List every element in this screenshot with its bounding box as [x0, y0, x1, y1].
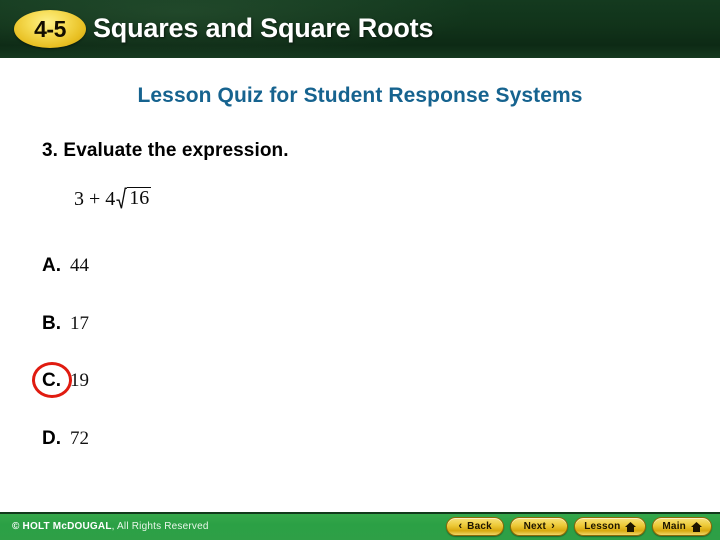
square-root-group: 16: [116, 186, 152, 209]
answer-option-c[interactable]: C. 19: [32, 362, 89, 398]
option-letter-b: B.: [42, 313, 61, 334]
answer-option-d[interactable]: D. 72: [42, 424, 89, 454]
lesson-number-badge: 4-5: [14, 10, 86, 48]
question-prompt: 3. Evaluate the expression.: [42, 140, 289, 161]
main-button-label: Main: [662, 520, 686, 532]
expression-lead-term: 3: [74, 188, 84, 210]
option-letter-c: C.: [42, 370, 61, 391]
square-root-icon: [116, 187, 128, 209]
home-icon: [625, 521, 637, 532]
home-icon: [691, 521, 702, 532]
slide-header: 4-5 Squares and Square Roots: [0, 0, 720, 58]
lesson-button-label: Lesson: [584, 520, 621, 532]
page-title: Squares and Square Roots: [93, 13, 434, 43]
lesson-number-label: 4-5: [34, 15, 66, 42]
copyright-notice: © HOLT McDOUGAL, All Rights Reserved: [12, 521, 209, 532]
chevron-left-icon: ‹: [458, 520, 463, 532]
slide-body: Lesson Quiz for Student Response Systems…: [0, 58, 720, 512]
chevron-right-icon: ›: [551, 520, 555, 532]
option-value-d: 72: [70, 428, 89, 449]
next-button[interactable]: Next ›: [510, 517, 569, 536]
back-button-label: Back: [467, 520, 492, 532]
next-button-label: Next: [523, 520, 547, 532]
quiz-subtitle: Lesson Quiz for Student Response Systems: [137, 84, 583, 107]
expression-operator: +: [89, 188, 101, 210]
option-value-c: 19: [70, 370, 89, 391]
navigation-button-group: ‹ Back Next › Lesson Main: [446, 517, 712, 536]
back-button[interactable]: ‹ Back: [446, 517, 505, 536]
option-letter-d: D.: [42, 428, 61, 449]
option-value-a: 44: [70, 255, 89, 276]
radicand-value: 16: [127, 187, 152, 209]
slide-footer: © HOLT McDOUGAL, All Rights Reserved ‹ B…: [0, 512, 720, 540]
math-expression: 3 + 4 16: [74, 186, 152, 210]
main-home-button[interactable]: Main: [652, 517, 712, 536]
copyright-rest: , All Rights Reserved: [111, 521, 209, 532]
option-letter-a: A.: [42, 255, 61, 276]
option-value-b: 17: [70, 313, 89, 334]
lesson-home-button[interactable]: Lesson: [574, 517, 647, 536]
copyright-brand: © HOLT McDOUGAL: [12, 521, 112, 532]
answer-option-b[interactable]: B. 17: [42, 309, 89, 339]
expression-coefficient: 4: [105, 188, 116, 210]
answer-option-a[interactable]: A. 44: [42, 251, 89, 281]
